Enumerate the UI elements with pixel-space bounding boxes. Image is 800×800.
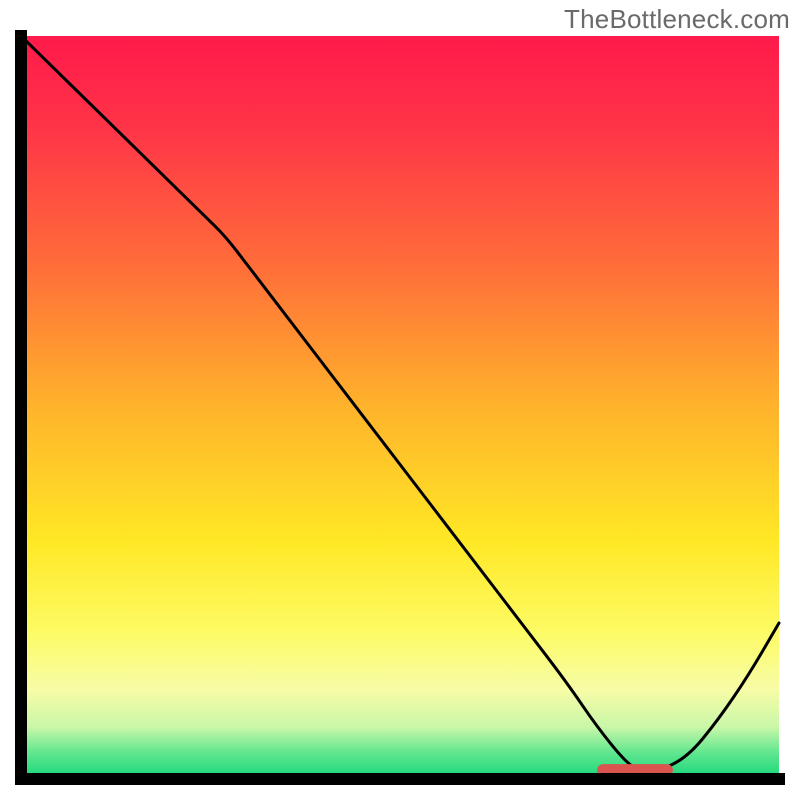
plot-svg — [15, 30, 785, 785]
plot-area — [15, 30, 785, 785]
chart-frame: TheBottleneck.com — [0, 0, 800, 800]
